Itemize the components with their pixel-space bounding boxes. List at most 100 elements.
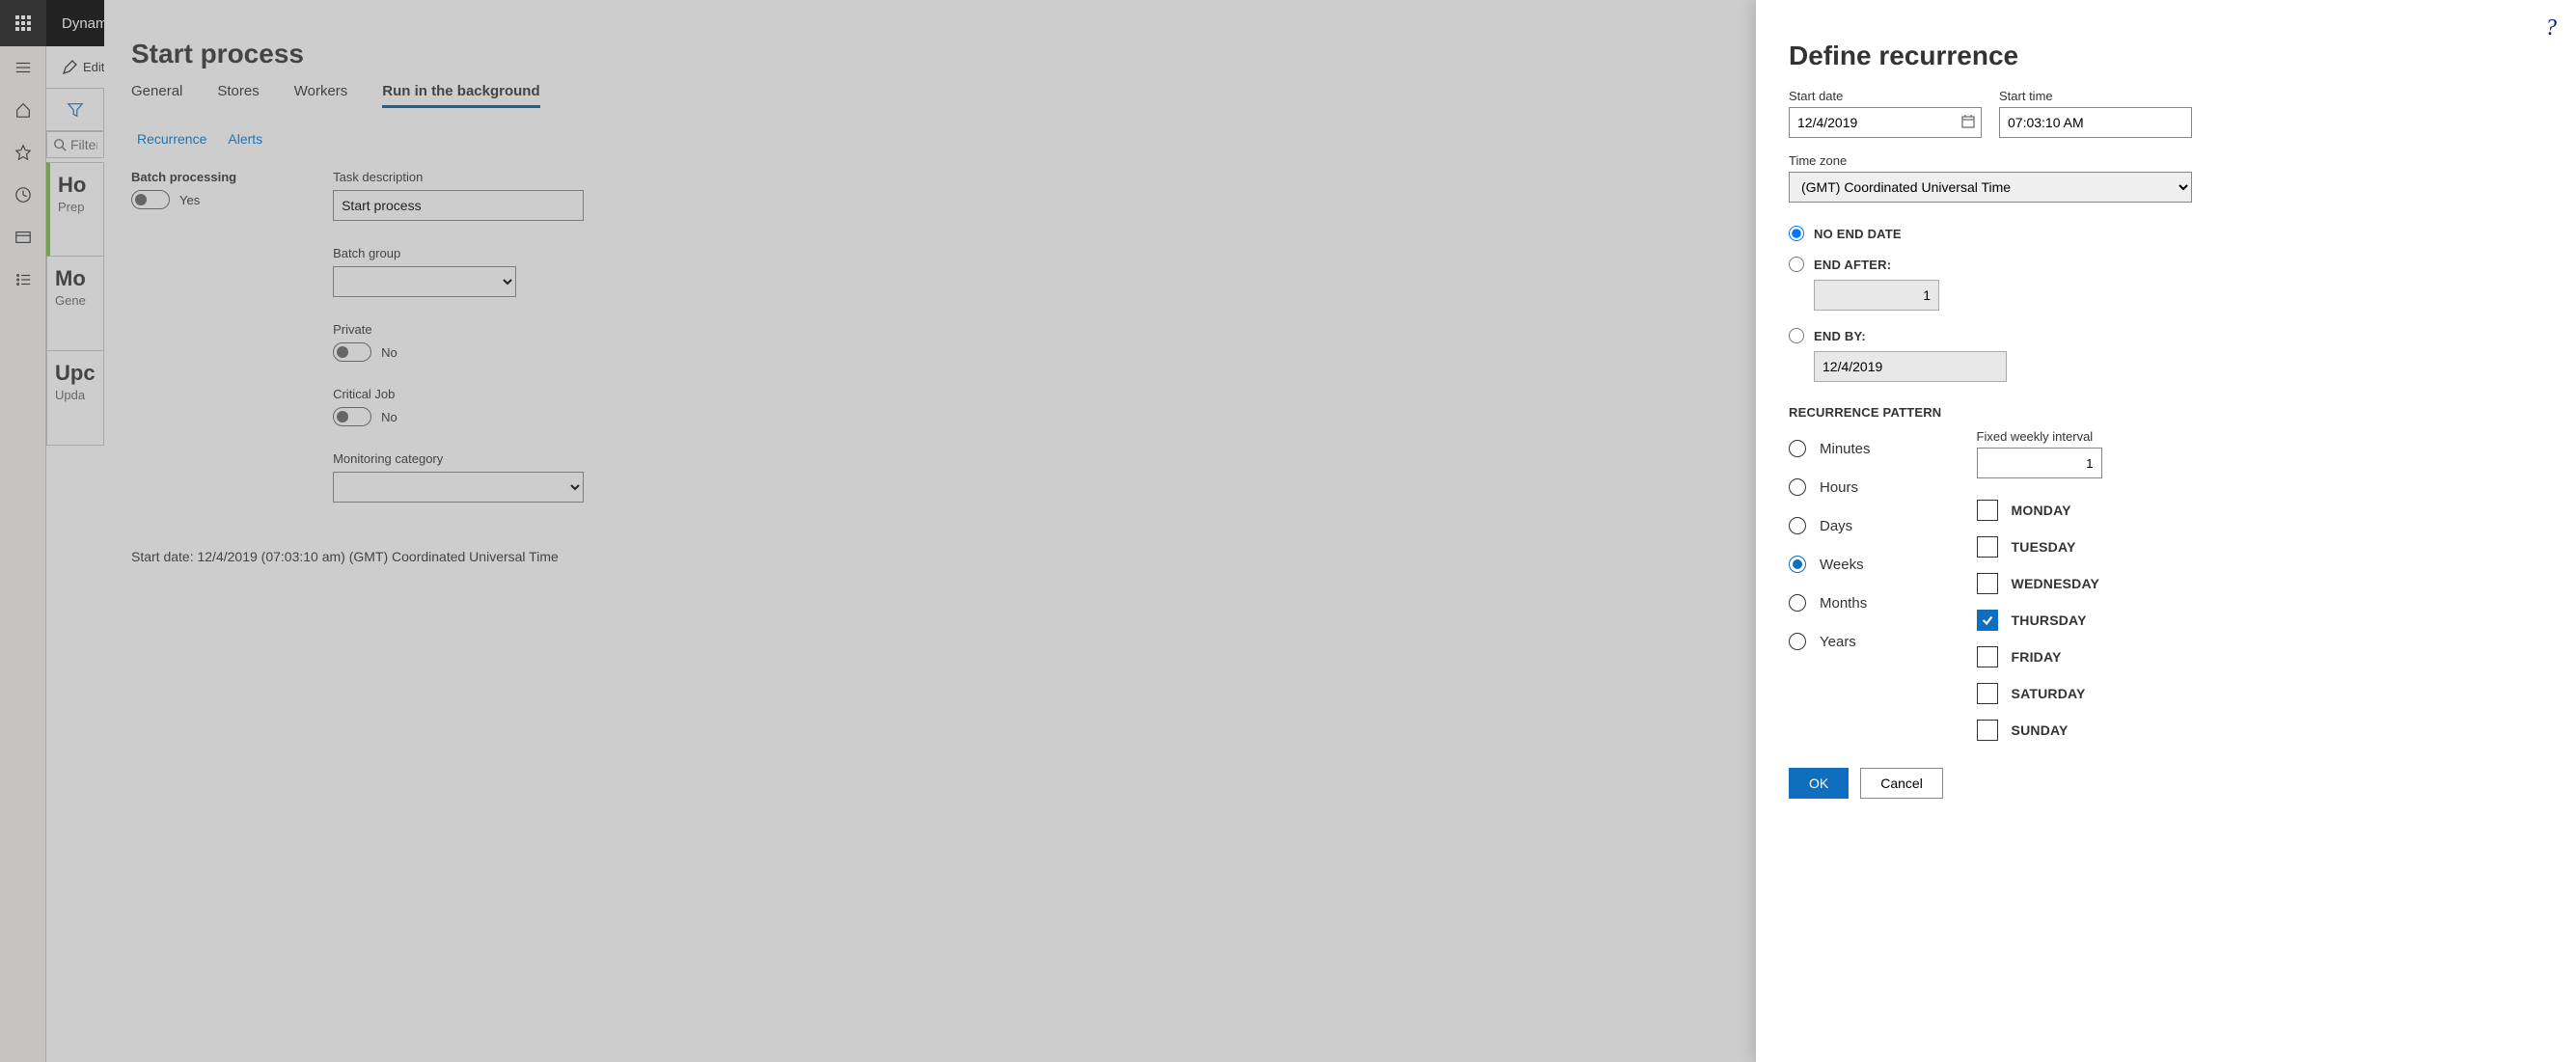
tab-workers[interactable]: Workers bbox=[294, 83, 348, 108]
module-icon[interactable] bbox=[0, 216, 46, 259]
list-item[interactable]: Upc Upda bbox=[46, 351, 104, 446]
private-toggle[interactable]: No bbox=[333, 342, 584, 362]
ok-button[interactable]: OK bbox=[1789, 768, 1849, 799]
tile-title: Upc bbox=[55, 361, 96, 386]
monday-checkbox-row[interactable]: Monday bbox=[1977, 492, 2102, 529]
sub-tabs: Recurrence Alerts bbox=[104, 118, 1760, 166]
filter-input[interactable] bbox=[70, 137, 97, 152]
weeks-label: Weeks bbox=[1820, 557, 1864, 573]
tile-sub: Upda bbox=[55, 388, 96, 402]
subtab-alerts[interactable]: Alerts bbox=[228, 131, 262, 150]
help-icon[interactable]: ? bbox=[2545, 15, 2557, 41]
start-date-note: Start date: 12/4/2019 (07:03:10 am) (GMT… bbox=[104, 531, 1760, 582]
edit-label: Edit bbox=[83, 60, 104, 74]
no-end-date-radio[interactable] bbox=[1789, 226, 1804, 241]
years-label: Years bbox=[1820, 634, 1856, 650]
task-description-label: Task description bbox=[333, 170, 584, 184]
sunday-checkbox-row[interactable]: Sunday bbox=[1977, 712, 2102, 749]
tuesday-label: Tuesday bbox=[2012, 539, 2076, 555]
dialog-tabs: General Stores Workers Run in the backgr… bbox=[104, 83, 1760, 118]
hours-label: Hours bbox=[1820, 479, 1858, 496]
months-label: Months bbox=[1820, 595, 1867, 612]
waffle-icon[interactable] bbox=[0, 0, 46, 46]
list-item[interactable]: Mo Gene bbox=[46, 257, 104, 351]
thursday-checkbox-row[interactable]: Thursday bbox=[1977, 602, 2102, 639]
start-date-input[interactable] bbox=[1789, 107, 1982, 138]
list-item[interactable]: Ho Prep bbox=[46, 162, 104, 257]
end-after-input[interactable] bbox=[1814, 280, 1939, 311]
minutes-label: Minutes bbox=[1820, 441, 1871, 457]
critical-job-toggle[interactable]: No bbox=[333, 407, 584, 426]
end-by-radio[interactable] bbox=[1789, 328, 1804, 343]
time-zone-select[interactable]: (GMT) Coordinated Universal Time bbox=[1789, 172, 2192, 203]
saturday-checkbox-row[interactable]: Saturday bbox=[1977, 675, 2102, 712]
tile-sub: Prep bbox=[58, 200, 96, 214]
tab-run-in-background[interactable]: Run in the background bbox=[382, 83, 539, 108]
cancel-button[interactable]: Cancel bbox=[1860, 768, 1943, 799]
tab-stores[interactable]: Stores bbox=[217, 83, 259, 108]
calendar-icon[interactable] bbox=[1960, 114, 1976, 132]
toggle-value: No bbox=[381, 410, 397, 424]
years-radio-row[interactable]: Years bbox=[1789, 622, 1871, 661]
interval-label: Fixed weekly interval bbox=[1977, 429, 2102, 444]
define-recurrence-panel: ? Define recurrence Start date Start tim… bbox=[1756, 0, 2576, 1062]
saturday-label: Saturday bbox=[2012, 686, 2086, 701]
filter-input-wrap[interactable] bbox=[46, 131, 104, 158]
tile-sub: Gene bbox=[55, 293, 96, 308]
filter-bar[interactable] bbox=[46, 89, 104, 131]
tab-general[interactable]: General bbox=[131, 83, 182, 108]
minutes-radio-row[interactable]: Minutes bbox=[1789, 429, 1871, 468]
star-icon[interactable] bbox=[0, 131, 46, 174]
no-end-date-label: No end date bbox=[1814, 227, 1902, 241]
monitoring-category-select[interactable] bbox=[333, 472, 584, 503]
subtab-recurrence[interactable]: Recurrence bbox=[137, 131, 206, 150]
dialog-title: Start process bbox=[104, 0, 1760, 83]
funnel-icon bbox=[67, 101, 84, 119]
toggle-switch bbox=[131, 190, 170, 209]
time-zone-label: Time zone bbox=[1789, 153, 2543, 168]
weeks-radio-row[interactable]: Weeks bbox=[1789, 545, 1871, 584]
friday-label: Friday bbox=[2012, 649, 2062, 665]
list-icon[interactable] bbox=[0, 259, 46, 301]
toggle-switch bbox=[333, 342, 371, 362]
search-icon bbox=[53, 138, 67, 151]
private-label: Private bbox=[333, 322, 584, 337]
tile-title: Mo bbox=[55, 266, 96, 291]
hamburger-icon[interactable] bbox=[0, 46, 46, 89]
toggle-switch bbox=[333, 407, 371, 426]
left-nav bbox=[0, 46, 46, 1062]
wednesday-label: Wednesday bbox=[2012, 576, 2100, 591]
thursday-label: Thursday bbox=[2012, 613, 2087, 628]
start-time-input[interactable] bbox=[1999, 107, 2192, 138]
batch-processing-toggle[interactable]: Yes bbox=[131, 190, 236, 209]
tuesday-checkbox-row[interactable]: Tuesday bbox=[1977, 529, 2102, 565]
tile-title: Ho bbox=[58, 173, 96, 198]
task-description-input[interactable] bbox=[333, 190, 584, 221]
recurrence-title: Define recurrence bbox=[1789, 0, 2543, 89]
monday-label: Monday bbox=[2012, 503, 2071, 518]
clock-icon[interactable] bbox=[0, 174, 46, 216]
days-radio-row[interactable]: Days bbox=[1789, 506, 1871, 545]
end-by-input[interactable] bbox=[1814, 351, 2007, 382]
end-by-label: End by: bbox=[1814, 329, 1866, 343]
toggle-value: No bbox=[381, 345, 397, 360]
start-date-label: Start date bbox=[1789, 89, 1982, 103]
interval-input[interactable] bbox=[1977, 448, 2102, 478]
home-icon[interactable] bbox=[0, 89, 46, 131]
batch-group-select[interactable] bbox=[333, 266, 516, 297]
monitoring-category-label: Monitoring category bbox=[333, 451, 584, 466]
start-process-dialog: Start process General Stores Workers Run… bbox=[104, 0, 1760, 1062]
toggle-value: Yes bbox=[179, 193, 200, 207]
end-after-radio[interactable] bbox=[1789, 257, 1804, 272]
wednesday-checkbox-row[interactable]: Wednesday bbox=[1977, 565, 2102, 602]
months-radio-row[interactable]: Months bbox=[1789, 584, 1871, 622]
sunday-label: Sunday bbox=[2012, 722, 2069, 738]
edit-button[interactable]: Edit bbox=[56, 50, 110, 85]
recurrence-pattern-header: Recurrence pattern bbox=[1789, 405, 2543, 420]
batch-processing-label: Batch processing bbox=[131, 170, 236, 184]
batch-group-label: Batch group bbox=[333, 246, 584, 260]
friday-checkbox-row[interactable]: Friday bbox=[1977, 639, 2102, 675]
end-after-label: End after: bbox=[1814, 258, 1891, 272]
critical-job-label: Critical Job bbox=[333, 387, 584, 401]
hours-radio-row[interactable]: Hours bbox=[1789, 468, 1871, 506]
